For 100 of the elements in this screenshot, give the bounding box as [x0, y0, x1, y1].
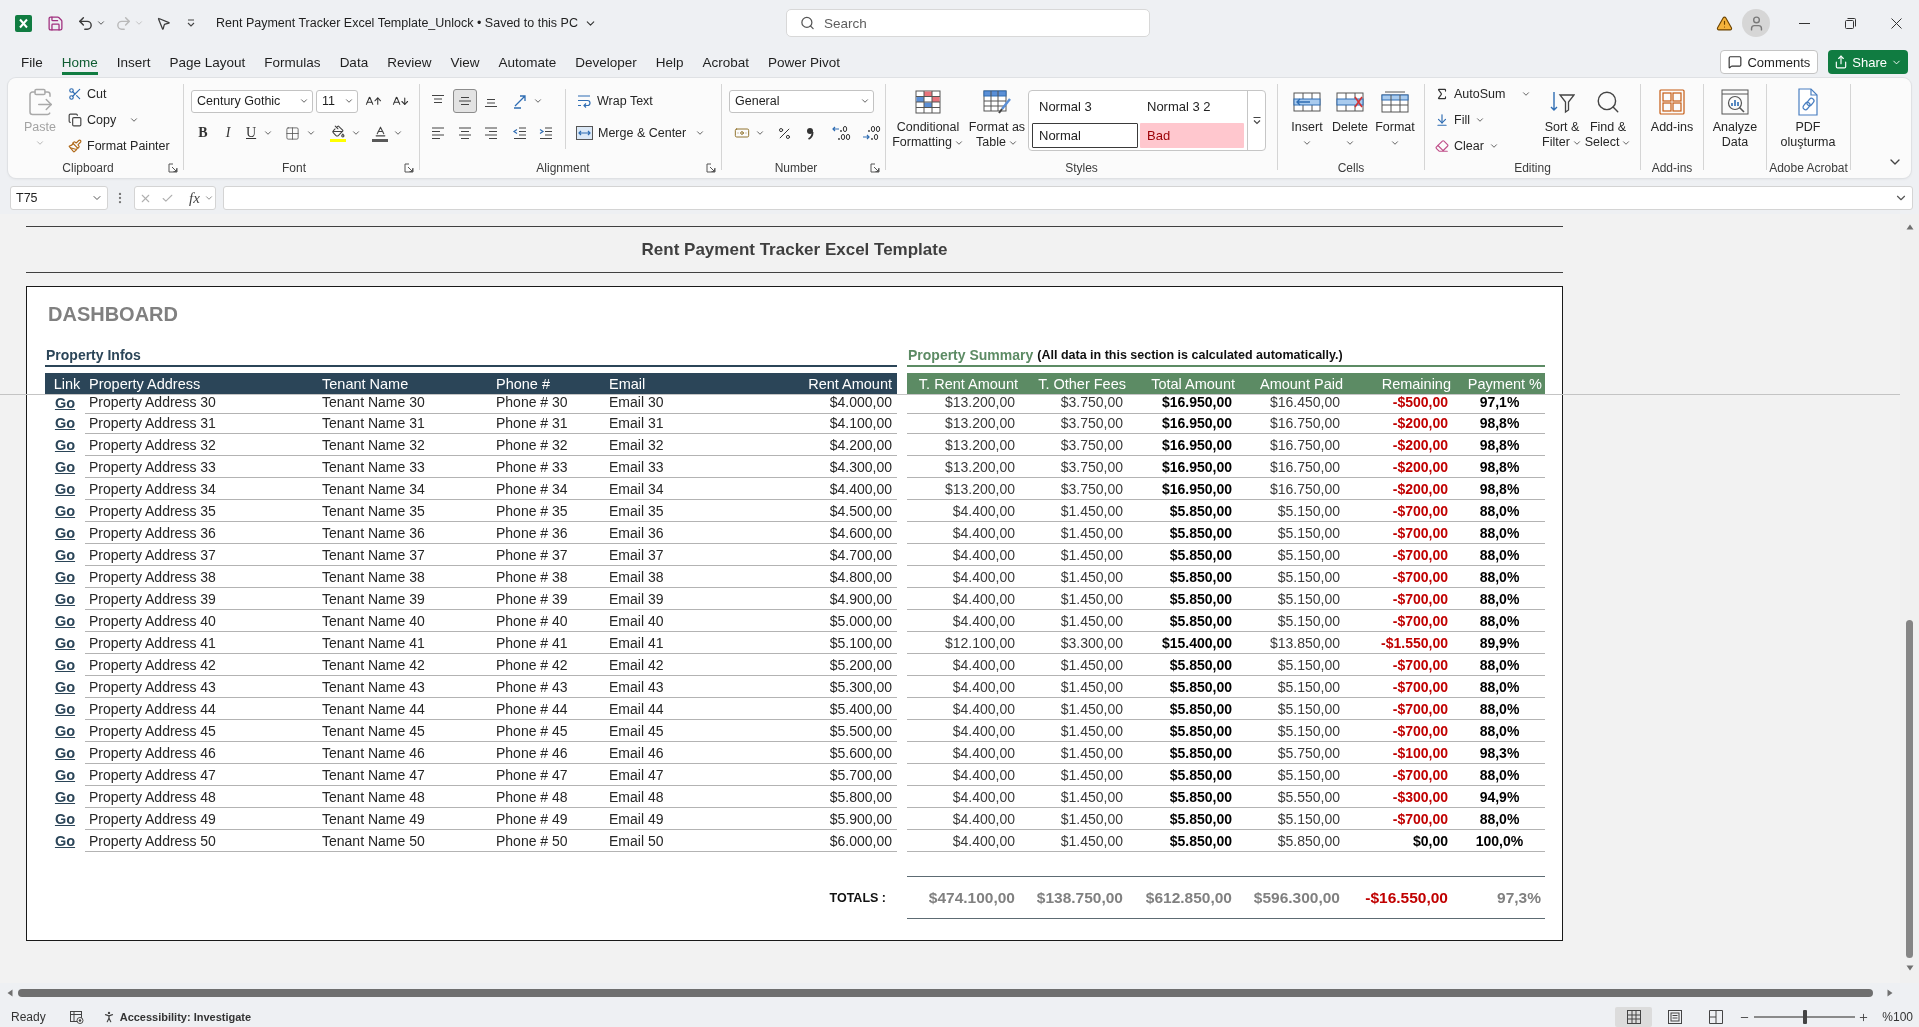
menu-tab[interactable]: Help [655, 49, 684, 75]
wrap-text-button[interactable]: Wrap Text [572, 89, 657, 113]
go-link[interactable]: Go [54, 613, 76, 629]
go-link[interactable]: Go [54, 547, 76, 563]
add-ins-button[interactable]: Add-ins [1644, 84, 1700, 156]
menu-tab[interactable]: Insert [116, 49, 151, 75]
table-cell: $4.400,00 [907, 522, 1021, 544]
scroll-left-arrow-icon[interactable] [7, 989, 13, 997]
format-painter-button[interactable]: Format Painter [64, 134, 174, 158]
comments-button[interactable]: Comments [1720, 50, 1819, 74]
style-gallery-item[interactable]: Normal 3 [1032, 94, 1138, 119]
conditional-formatting-button[interactable]: Conditional Formatting [894, 84, 962, 156]
style-gallery-item[interactable]: Bad [1140, 123, 1244, 148]
menu-tab[interactable]: View [450, 49, 480, 75]
go-link[interactable]: Go [54, 767, 76, 783]
style-gallery-item[interactable]: Normal 3 2 [1140, 94, 1244, 119]
autosum-button[interactable]: AutoSum [1431, 82, 1510, 106]
scroll-up-arrow-icon[interactable] [1905, 224, 1914, 230]
bold-button[interactable]: B [191, 121, 215, 145]
table-cell: Email 41 [605, 632, 745, 654]
fill-button[interactable]: Fill [1431, 108, 1489, 132]
formula-input[interactable] [223, 186, 1913, 210]
go-link[interactable]: Go [54, 569, 76, 585]
search-field[interactable]: Search [786, 9, 1150, 37]
avatar-icon[interactable] [1742, 9, 1770, 37]
caret-icon [299, 96, 309, 106]
view-button[interactable] [1615, 1007, 1653, 1027]
copy-button[interactable]: Copy [64, 108, 144, 132]
font-size-dropdown[interactable]: 11 [316, 89, 358, 113]
menu-tab[interactable]: Data [339, 49, 369, 75]
go-link[interactable]: Go [54, 701, 76, 717]
go-link[interactable]: Go [54, 657, 76, 673]
table-cell: Phone # 37 [492, 544, 605, 566]
document-title-button[interactable]: Rent Payment Tracker Excel Template_Unlock • Saved to this PC [216, 16, 597, 30]
menu-tab[interactable]: Review [387, 49, 432, 75]
menu-tab[interactable]: Home [61, 49, 98, 75]
find-select-button[interactable]: Find & Select [1585, 84, 1631, 156]
insert-function-button[interactable]: fx [187, 189, 202, 207]
go-link[interactable]: Go [54, 591, 76, 607]
go-link[interactable]: Go [54, 437, 76, 453]
go-link[interactable]: Go [54, 503, 76, 519]
caret-icon [695, 128, 706, 138]
style-gallery-item[interactable]: Normal [1032, 123, 1138, 148]
macro-record-icon[interactable] [69, 1010, 84, 1024]
number-format-dropdown[interactable]: General [729, 89, 874, 113]
table-cell: Tenant Name 37 [318, 544, 492, 566]
table-cell: $4.800,00 [745, 566, 897, 588]
zoom-in-icon[interactable] [1858, 1011, 1870, 1023]
menu-tab[interactable]: File [21, 49, 43, 75]
format-cells-button[interactable]: Format [1374, 84, 1416, 156]
go-link[interactable]: Go [54, 394, 76, 411]
go-link[interactable]: Go [54, 459, 76, 475]
dialog-launcher-icon[interactable] [404, 163, 414, 173]
go-link[interactable]: Go [54, 723, 76, 739]
dialog-launcher-icon[interactable] [168, 163, 178, 173]
menu-tab[interactable]: Power Pivot [768, 49, 841, 75]
menu-tab[interactable]: Automate [498, 49, 557, 75]
go-link[interactable]: Go [54, 481, 76, 497]
merge-center-button[interactable]: Merge & Center [572, 121, 691, 145]
go-link[interactable]: Go [54, 833, 76, 849]
accessibility-status[interactable]: Accessibility: Investigate [119, 1011, 252, 1023]
dialog-launcher-icon[interactable] [706, 163, 716, 173]
align-button[interactable] [453, 89, 477, 113]
zoom-level-text[interactable]: %100 [1882, 1010, 1913, 1024]
customize-toolbar-icon[interactable] [186, 18, 196, 28]
name-box[interactable]: T75 [10, 186, 108, 210]
go-link[interactable]: Go [54, 415, 76, 431]
scroll-thumb[interactable] [1906, 620, 1913, 958]
sort-filter-icon [1549, 90, 1575, 114]
menu-tab[interactable]: Acrobat [702, 49, 750, 75]
go-link[interactable]: Go [54, 811, 76, 827]
scroll-thumb[interactable] [18, 989, 1873, 997]
menu-tab[interactable]: Page Layout [169, 49, 246, 75]
font-name-dropdown[interactable]: Century Gothic [191, 89, 313, 113]
menu-tab[interactable]: Formulas [264, 49, 321, 75]
analyze-data-button[interactable]: Analyze Data [1707, 84, 1763, 156]
scroll-right-arrow-icon[interactable] [1887, 989, 1893, 997]
clear-button[interactable]: Clear [1431, 134, 1503, 158]
italic-button[interactable]: I [216, 121, 240, 145]
insert-cells-button[interactable]: Insert [1286, 84, 1328, 156]
zoom-slider-thumb[interactable] [1802, 1010, 1807, 1024]
create-pdf-button[interactable]: PDF oluşturma [1773, 84, 1843, 156]
underline-button[interactable]: U [242, 121, 278, 145]
share-button[interactable]: Share [1828, 50, 1908, 74]
go-link[interactable]: Go [54, 789, 76, 805]
scroll-down-arrow-icon[interactable] [1905, 965, 1914, 971]
go-link[interactable]: Go [54, 679, 76, 695]
table-cell: -$700,00 [1346, 764, 1454, 786]
table-cell: $5.100,00 [745, 632, 897, 654]
dialog-launcher-icon[interactable] [870, 163, 880, 173]
format-as-table-button[interactable]: Format as Table [967, 84, 1027, 156]
go-link[interactable]: Go [54, 525, 76, 541]
delete-cells-button[interactable]: Delete [1329, 84, 1371, 156]
menu-tab[interactable]: Developer [575, 49, 637, 75]
cut-button[interactable]: Cut [64, 82, 111, 106]
table-cell: Tenant Name 31 [318, 412, 492, 434]
go-link[interactable]: Go [54, 745, 76, 761]
table-cell: 88,0% [1454, 544, 1545, 566]
sort-filter-button[interactable]: Sort & Filter [1539, 84, 1585, 156]
go-link[interactable]: Go [54, 635, 76, 651]
